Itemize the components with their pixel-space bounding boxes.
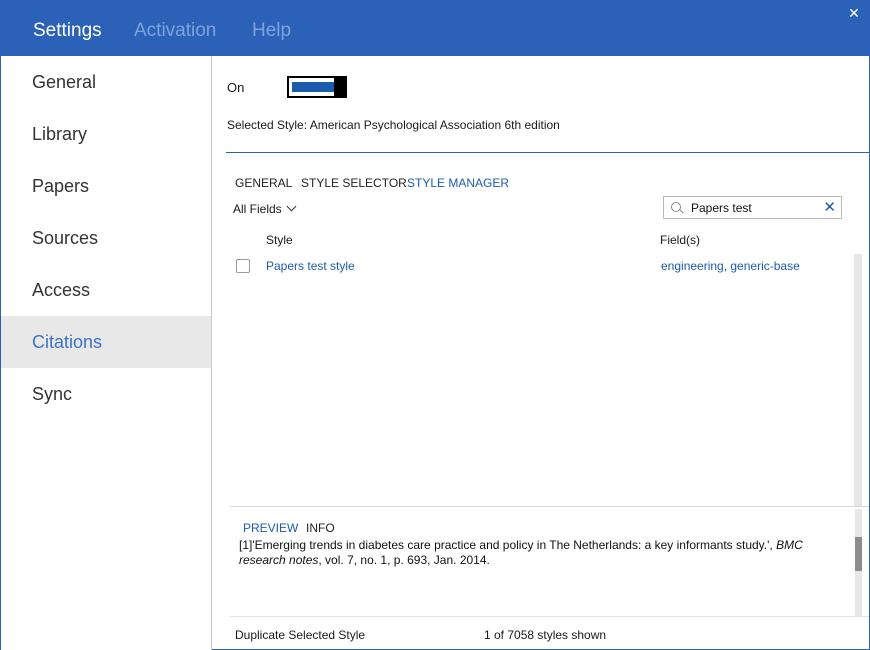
title-tab-activation[interactable]: Activation — [134, 20, 216, 42]
sidebar-item-sync[interactable]: Sync — [1, 368, 211, 420]
row-style-name[interactable]: Papers test style — [266, 259, 355, 273]
close-icon[interactable]: ✕ — [839, 1, 869, 25]
search-icon — [671, 202, 681, 212]
fields-filter-label: All Fields — [233, 202, 282, 216]
toggle-label: On — [227, 80, 244, 95]
settings-window: Settings Activation Help ✕ General Libra… — [0, 0, 870, 650]
preview-scroll-thumb[interactable] — [855, 537, 862, 571]
preview-text-tail: , vol. 7, no. 1, p. 693, Jan. 2014. — [318, 553, 489, 567]
citation-preview: [1]'Emerging trends in diabetes care pra… — [239, 538, 849, 568]
fields-filter-dropdown[interactable]: All Fields — [233, 202, 295, 216]
sidebar-item-citations[interactable]: Citations — [1, 316, 211, 368]
sidebar-item-sources[interactable]: Sources — [1, 212, 211, 264]
sidebar-item-access[interactable]: Access — [1, 264, 211, 316]
citations-panel: On Selected Style: American Psychologica… — [212, 56, 869, 650]
row-fields: engineering, generic-base — [661, 259, 800, 273]
style-search-box: ✕ — [663, 196, 842, 219]
tab-preview[interactable]: PREVIEW — [243, 521, 298, 535]
sidebar-item-library[interactable]: Library — [1, 108, 211, 160]
chevron-down-icon — [286, 202, 296, 212]
list-scrollbar[interactable] — [854, 254, 862, 506]
tab-style-selector[interactable]: STYLE SELECTOR — [301, 176, 407, 190]
tab-general[interactable]: GENERAL — [235, 176, 292, 190]
section-divider — [226, 152, 869, 153]
sidebar-item-papers[interactable]: Papers — [1, 160, 211, 212]
sidebar: General Library Papers Sources Access Ci… — [1, 56, 212, 650]
sidebar-item-general[interactable]: General — [1, 56, 211, 108]
table-row[interactable]: Papers test style engineering, generic-b… — [232, 254, 852, 278]
row-checkbox[interactable] — [236, 259, 250, 273]
clear-search-icon[interactable]: ✕ — [823, 199, 836, 216]
styles-count: 1 of 7058 styles shown — [484, 628, 606, 642]
style-search-input[interactable] — [691, 200, 819, 216]
footer-divider — [230, 616, 869, 617]
column-header-style[interactable]: Style — [266, 233, 293, 247]
tab-info[interactable]: INFO — [306, 521, 335, 535]
title-tab-settings[interactable]: Settings — [33, 20, 102, 42]
duplicate-style-button[interactable]: Duplicate Selected Style — [235, 628, 365, 642]
citations-toggle[interactable] — [287, 76, 347, 98]
column-header-fields[interactable]: Field(s) — [660, 233, 700, 247]
title-tab-help[interactable]: Help — [252, 20, 291, 42]
toggle-knob — [334, 76, 346, 98]
preview-text-plain: [1]'Emerging trends in diabetes care pra… — [239, 538, 776, 552]
preview-scrollbar[interactable] — [855, 509, 862, 616]
selected-style-text: Selected Style: American Psychological A… — [227, 118, 560, 132]
title-bar: Settings Activation Help ✕ — [1, 1, 869, 56]
tab-style-manager[interactable]: STYLE MANAGER — [407, 176, 509, 190]
list-divider — [230, 506, 869, 507]
toggle-fill — [292, 82, 334, 92]
